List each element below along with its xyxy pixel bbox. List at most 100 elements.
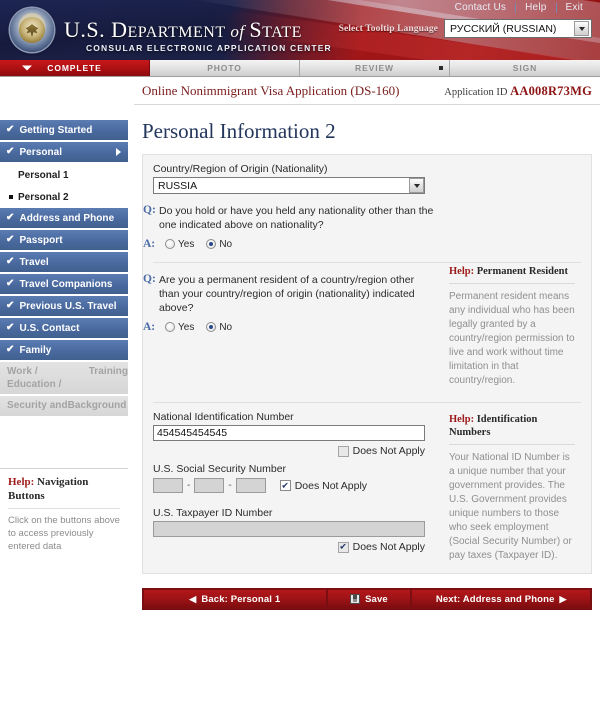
- question-2-radio-no[interactable]: No: [206, 322, 232, 333]
- sidebar-item-label-line2: Training: [88, 366, 128, 377]
- sidebar-navigation: ✔ Getting Started ✔ Personal Personal 1 …: [0, 77, 128, 561]
- identification-numbers-help-panel: Help: Identification Numbers Your Nation…: [443, 411, 583, 563]
- nationality-select[interactable]: RUSSIA: [153, 177, 425, 194]
- question-1-radio-no[interactable]: No: [206, 239, 232, 250]
- sidebar-item-family[interactable]: ✔ Family: [0, 340, 128, 360]
- nationality-row: Country/Region of Origin (Nationality) R…: [143, 163, 591, 194]
- question-2-radio-yes[interactable]: Yes: [165, 322, 194, 333]
- national-id-label: National Identification Number: [153, 411, 294, 423]
- sidebar-item-personal[interactable]: ✔ Personal: [0, 142, 128, 162]
- progress-tabs: COMPLETE PHOTO REVIEW SIGN: [0, 60, 600, 77]
- application-id-label: Application ID: [444, 87, 508, 98]
- sidebar-subitem-personal-1[interactable]: Personal 1: [0, 164, 128, 186]
- question-2-answer-line: A: Yes No: [143, 321, 443, 333]
- nationality-value: RUSSIA: [158, 179, 198, 192]
- dept-title-of: of: [225, 22, 250, 41]
- help-column-spacer: [443, 194, 583, 256]
- question-1-text: Do you hold or have you held any nationa…: [159, 205, 434, 231]
- next-button[interactable]: Next: Address and Phone ▶: [412, 590, 590, 608]
- sidebar-item-label: Getting Started: [19, 124, 93, 136]
- exit-link[interactable]: Exit: [557, 0, 592, 16]
- does-not-apply-label: Does Not Apply: [294, 479, 368, 492]
- chevron-right-icon: [116, 148, 121, 156]
- dept-title-s2: TATE: [262, 24, 302, 41]
- sidebar-item-getting-started[interactable]: ✔ Getting Started: [0, 120, 128, 140]
- sidebar-item-label-line2: Background: [67, 400, 127, 411]
- sidebar-item-previous-us-travel[interactable]: ✔ Previous U.S. Travel: [0, 296, 128, 316]
- sidebar-item-work-education-training: Work / Education / Training: [0, 362, 128, 394]
- check-icon: ✔: [6, 146, 15, 157]
- sidebar-item-travel[interactable]: ✔ Travel: [0, 252, 128, 272]
- sidebar-item-address-and-phone[interactable]: ✔ Address and Phone: [0, 208, 128, 228]
- sidebar-item-passport[interactable]: ✔ Passport: [0, 230, 128, 250]
- tooltip-language-label: Select Tooltip Language: [338, 23, 438, 34]
- help-topic: Permanent Resident: [474, 266, 568, 277]
- tab-complete-label: COMPLETE: [47, 63, 102, 73]
- ssn-part3-input[interactable]: [235, 478, 266, 493]
- application-id: Application ID AA008R73MG: [444, 84, 592, 99]
- sidebar-item-label: Travel: [19, 256, 49, 268]
- nationality-label: Country/Region of Origin (Nationality): [153, 163, 328, 175]
- sidebar-item-label: Address and Phone: [19, 212, 115, 224]
- save-button[interactable]: Save: [327, 590, 411, 608]
- ssn-part1-input[interactable]: [153, 478, 183, 493]
- question-marker: Q:: [143, 273, 156, 285]
- contact-us-link[interactable]: Contact Us: [446, 0, 515, 16]
- help-keyword: Help:: [449, 414, 475, 425]
- chevron-down-icon[interactable]: [409, 178, 424, 193]
- dept-title-s1: EPARTMENT: [127, 24, 226, 41]
- taxpayer-does-not-apply-row: Does Not Apply: [153, 541, 425, 553]
- tab-sign[interactable]: SIGN: [450, 60, 600, 76]
- help-link[interactable]: Help: [516, 0, 555, 16]
- tooltip-language-selector: Select Tooltip Language РУССКИЙ (RUSSIAN…: [339, 19, 592, 38]
- chevron-down-icon[interactable]: [574, 21, 589, 36]
- check-icon: ✔: [6, 212, 15, 223]
- taxpayer-id-label: U.S. Taxpayer ID Number: [153, 507, 273, 519]
- radio-button-icon[interactable]: [165, 322, 175, 332]
- question-1-text-line: Q: Do you hold or have you held any nati…: [143, 204, 443, 232]
- language-select-value: РУССКИЙ (RUSSIAN): [450, 22, 557, 35]
- check-icon: ✔: [6, 278, 15, 289]
- document-title: Online Nonimmigrant Visa Application (DS…: [142, 83, 400, 98]
- question-1-radio-yes[interactable]: Yes: [165, 239, 194, 250]
- sidebar-item-label-line1: Security and: [7, 400, 68, 411]
- tab-review-label: REVIEW: [355, 63, 394, 73]
- question-2-text: Are you a permanent resident of a countr…: [159, 274, 415, 314]
- sidebar-item-us-contact[interactable]: ✔ U.S. Contact: [0, 318, 128, 338]
- check-icon: ✔: [6, 234, 15, 245]
- dept-title-p2: S: [249, 17, 263, 42]
- caret-left-icon: ◀: [189, 593, 197, 604]
- form-navigation-buttons: ◀ Back: Personal 1 Save Next: Address an…: [142, 588, 592, 610]
- sidebar-subitem-personal-2[interactable]: Personal 2: [0, 186, 128, 208]
- caret-right-icon: ▶: [559, 593, 567, 604]
- taxpayer-does-not-apply-checkbox[interactable]: [337, 541, 349, 553]
- tab-review[interactable]: REVIEW: [300, 60, 450, 76]
- ssn-does-not-apply-checkbox[interactable]: [279, 480, 291, 491]
- ssn-label: U.S. Social Security Number: [153, 463, 287, 475]
- caret-down-icon: [22, 65, 32, 71]
- application-id-value: AA008R73MG: [510, 84, 592, 98]
- department-of-state-seal-icon: [10, 8, 54, 52]
- national-id-does-not-apply-checkbox[interactable]: [337, 445, 349, 457]
- question-2: Q: Are you a permanent resident of a cou…: [143, 263, 443, 388]
- sidebar-subitem-label: Personal 2: [18, 191, 69, 203]
- radio-button-icon[interactable]: [206, 239, 217, 249]
- sidebar-item-label: Personal: [19, 146, 63, 158]
- language-select[interactable]: РУССКИЙ (RUSSIAN): [444, 19, 592, 38]
- document-header: Online Nonimmigrant Visa Application (DS…: [134, 77, 600, 105]
- identification-numbers-row: National Identification Number 454545454…: [143, 403, 591, 563]
- check-icon: ✔: [6, 300, 15, 311]
- sidebar-item-travel-companions[interactable]: ✔ Travel Companions: [0, 274, 128, 294]
- radio-button-icon[interactable]: [206, 322, 217, 332]
- back-button[interactable]: ◀ Back: Personal 1: [144, 590, 326, 608]
- national-id-input[interactable]: 454545454545: [153, 425, 425, 441]
- answer-marker: A:: [143, 238, 156, 250]
- radio-button-icon[interactable]: [165, 239, 175, 249]
- ssn-part2-input[interactable]: [194, 478, 225, 493]
- check-icon: ✔: [6, 124, 15, 135]
- tab-photo[interactable]: PHOTO: [150, 60, 300, 76]
- radio-label: No: [219, 238, 233, 250]
- question-1: Q: Do you hold or have you held any nati…: [143, 194, 443, 256]
- sidebar-item-label: Passport: [19, 234, 63, 246]
- tab-complete[interactable]: COMPLETE: [0, 60, 150, 76]
